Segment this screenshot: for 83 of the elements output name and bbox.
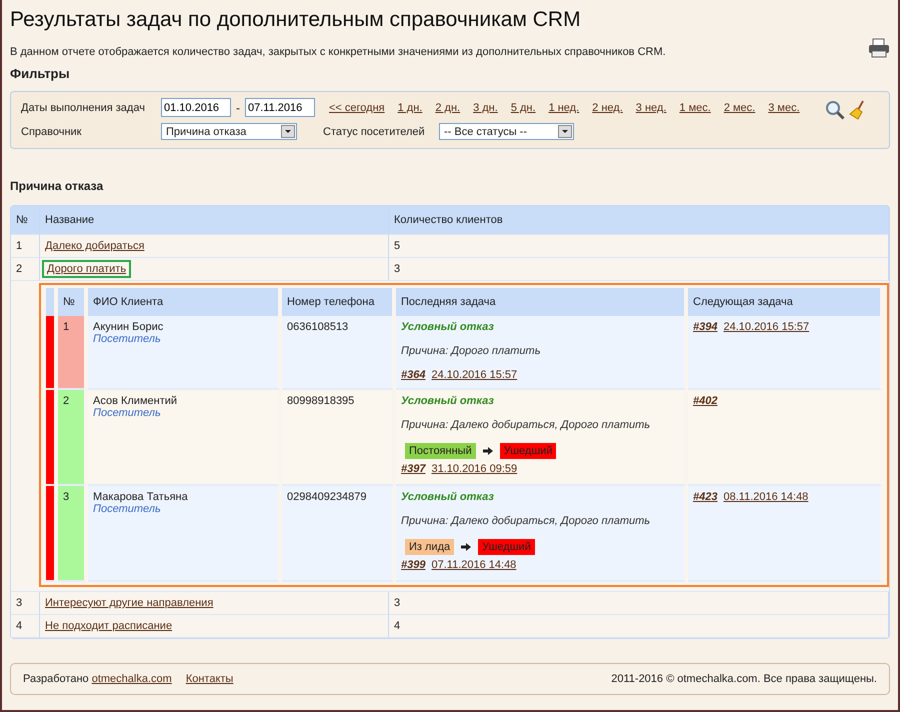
table-cell: 0298409234879 [282, 486, 394, 582]
table-cell: 3 [389, 258, 889, 281]
client-name: Акунин Борис [93, 321, 164, 333]
column-header: Количество клиентов [389, 206, 889, 235]
date-range-link[interactable]: << сегодня [329, 102, 385, 114]
task-id-link[interactable]: #423 [693, 491, 718, 503]
task-date-link[interactable]: 24.10.2016 15:57 [431, 369, 518, 381]
column-header: Название [40, 206, 389, 235]
status-tag: Постоянный [405, 443, 476, 459]
column-header: ФИО Клиента [88, 288, 280, 316]
column-header: № [11, 206, 40, 235]
contacts-link[interactable]: Контакты [186, 673, 234, 685]
client-type: Посетитель [93, 503, 162, 515]
table-cell: 2 [11, 258, 40, 281]
task-reason: Причина: Далеко добираться, Дорого платить [401, 515, 652, 527]
directory-label: Справочник [21, 126, 82, 138]
page-title: Результаты задач по дополнительным справочникам CRM [10, 7, 582, 32]
date-range-link[interactable]: 5 дн. [510, 102, 536, 114]
task-result: Условный отказ [401, 321, 495, 333]
date-range-link[interactable]: 1 мес. [679, 102, 711, 114]
arrow-icon [461, 543, 472, 551]
status-tag: Ушедший [478, 539, 535, 555]
client-type: Посетитель [93, 333, 162, 345]
task-date-link[interactable]: 31.10.2016 09:59 [431, 463, 518, 475]
client-name: Асов Климентий [93, 395, 178, 407]
task-id-link[interactable]: #399 [401, 559, 426, 571]
task-id-link[interactable]: #402 [693, 395, 718, 407]
date-from-field[interactable]: 01.10.2016 [161, 98, 231, 117]
table-cell: 4 [11, 615, 40, 638]
table-cell: 3 [11, 592, 40, 615]
task-date-link[interactable]: 07.11.2016 14:48 [431, 559, 516, 571]
arrow-icon [482, 447, 493, 455]
status-dropdown[interactable]: -- Все статусы -- [439, 123, 574, 140]
date-range-link[interactable]: 2 мес. [724, 102, 756, 114]
column-header: Номер телефона [282, 288, 394, 316]
status-label: Статус посетителей [323, 126, 426, 138]
table-cell: 3 [389, 592, 889, 615]
date-separator: - [236, 100, 240, 114]
copyright-text: 2011-2016 © otmechalka.com. Все права защищены. [611, 673, 877, 685]
reason-link[interactable]: Интересуют другие направления [45, 597, 214, 609]
search-icon[interactable] [825, 100, 845, 120]
task-reason: Причина: Далеко добираться, Дорого платить [401, 419, 652, 431]
date-to-field[interactable]: 07.11.2016 [245, 98, 315, 117]
filters-heading: Фильтры [10, 66, 71, 81]
task-date-link[interactable]: 08.11.2016 14:48 [723, 491, 808, 503]
date-range-link[interactable]: 2 нед. [592, 102, 623, 114]
status-tag: Ушедший [500, 443, 556, 459]
number-cell: 2 [58, 390, 86, 486]
column-header: Последняя задача [396, 288, 686, 316]
printer-icon[interactable] [868, 38, 890, 58]
credit-text: Разработано [23, 673, 89, 685]
site-link[interactable]: otmechalka.com [92, 673, 172, 685]
column-header: Следующая задача [688, 288, 882, 316]
date-range-link[interactable]: 3 мес. [768, 102, 800, 114]
task-reason: Причина: Дорого платить [401, 345, 542, 357]
reason-link[interactable]: Дорого платить [45, 263, 128, 275]
date-range-link[interactable]: 3 дн. [473, 102, 498, 114]
client-type: Посетитель [93, 407, 162, 419]
status-tag: Из лида [405, 539, 454, 555]
task-id-link[interactable]: #364 [401, 369, 426, 381]
table-cell: 1 [11, 235, 40, 258]
task-result: Условный отказ [401, 395, 495, 407]
column-header: № [58, 288, 86, 316]
task-result: Условный отказ [401, 491, 495, 503]
date-range-link[interactable]: 1 дн. [398, 102, 422, 114]
reason-link[interactable]: Далеко добираться [45, 240, 144, 252]
report-description: В данном отчете отображается количество задач, закрытых с конкретными значениями из дополнительных справочников CRM. [10, 46, 666, 58]
section-title: Причина отказа [10, 179, 104, 193]
date-range-link[interactable]: 2 дн. [435, 102, 460, 114]
number-cell: 3 [58, 486, 86, 582]
table-cell: 5 [389, 235, 889, 258]
date-range-link[interactable]: 1 нед. [548, 102, 580, 114]
date-label: Даты выполнения задач [21, 102, 146, 114]
task-id-link[interactable]: #394 [693, 321, 718, 333]
reason-link[interactable]: Не подходит расписание [45, 620, 172, 632]
task-id-link[interactable]: #397 [401, 463, 426, 475]
client-name: Макарова Татьяна [93, 491, 188, 503]
table-cell: 4 [389, 615, 889, 638]
task-date-link[interactable]: 24.10.2016 15:57 [723, 321, 810, 333]
directory-dropdown[interactable]: Причина отказа [161, 123, 297, 140]
table-cell: 0636108513 [282, 316, 394, 390]
number-cell: 1 [58, 316, 86, 390]
date-range-link[interactable]: 3 нед. [636, 102, 666, 114]
